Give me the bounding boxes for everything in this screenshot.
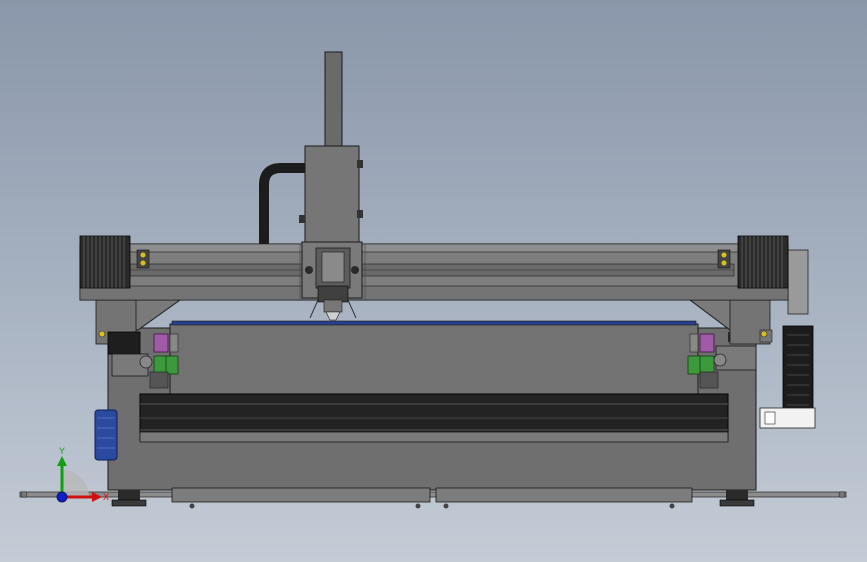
triad-arc: [62, 470, 89, 497]
floor-rail: [19, 491, 847, 498]
cutting-head: [301, 241, 363, 321]
indicator-right-lower: [760, 330, 768, 338]
cable-pipe: [259, 163, 306, 244]
cad-viewport[interactable]: Y X: [0, 0, 867, 562]
triad-y-label: Y: [59, 446, 65, 456]
indicator-right: [717, 249, 731, 269]
drive-motor-left: [94, 409, 118, 461]
indicator-left-lower: [98, 330, 106, 338]
indicator-left: [136, 249, 150, 269]
triad-z-axis: [56, 491, 68, 503]
z-column: [324, 51, 343, 149]
gantry-beam: [79, 243, 789, 301]
head-carriage: [299, 145, 363, 243]
bellows-right: [737, 235, 789, 289]
triad-x-label: X: [103, 492, 109, 502]
base-cabinet: [107, 320, 757, 509]
bellows-left: [79, 235, 131, 289]
